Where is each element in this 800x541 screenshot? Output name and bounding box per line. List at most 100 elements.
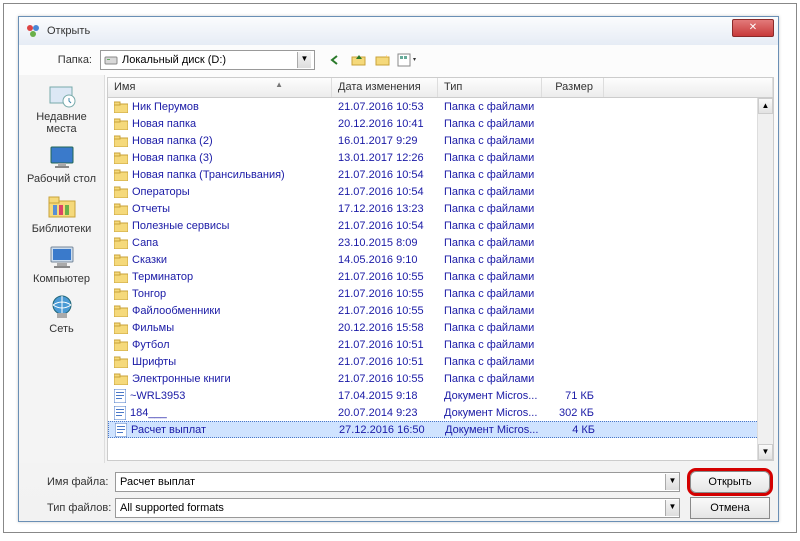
item-date: 20.07.2014 9:23 (332, 407, 438, 419)
folder-label: Папка: (25, 54, 100, 66)
drive-icon (104, 54, 118, 66)
folder-icon (114, 356, 128, 368)
col-spacer (604, 78, 773, 97)
scroll-up-icon[interactable]: ▲ (758, 98, 773, 114)
folder-row[interactable]: Электронные книги21.07.2016 10:55Папка с… (108, 370, 773, 387)
up-folder-icon[interactable] (349, 50, 369, 70)
item-name: Сапа (132, 237, 158, 249)
file-row[interactable]: 184___ 20.07.2014 9:23Документ Micros...3… (108, 404, 773, 421)
item-size: 71 КБ (542, 390, 604, 402)
col-date[interactable]: Дата изменения (332, 78, 438, 97)
item-date: 27.12.2016 16:50 (333, 424, 439, 436)
item-type: Документ Micros... (438, 390, 542, 402)
folder-icon (114, 203, 128, 215)
folder-icon (114, 186, 128, 198)
dropdown-arrow-icon[interactable]: ▼ (665, 500, 679, 516)
item-type: Папка с файлами (438, 135, 542, 147)
folder-row[interactable]: Тонгор21.07.2016 10:55Папка с файлами (108, 285, 773, 302)
folder-row[interactable]: Фильмы20.12.2016 15:58Папка с файлами (108, 319, 773, 336)
item-date: 21.07.2016 10:55 (332, 373, 438, 385)
folder-combo-text: Локальный диск (D:) (122, 54, 297, 66)
open-button[interactable]: Открыть (690, 471, 770, 493)
folder-row[interactable]: Футбол21.07.2016 10:51Папка с файлами (108, 336, 773, 353)
folder-row[interactable]: Полезные сервисы21.07.2016 10:54Папка с … (108, 217, 773, 234)
folder-icon (114, 254, 128, 266)
folder-row[interactable]: Новая папка20.12.2016 10:41Папка с файла… (108, 115, 773, 132)
col-size[interactable]: Размер (542, 78, 604, 97)
close-button[interactable]: ✕ (732, 19, 774, 37)
folder-combo[interactable]: Локальный диск (D:) ▼ (100, 50, 315, 70)
file-list-pane: Имя▲ Дата изменения Тип Размер Ник Перум… (107, 77, 774, 461)
file-row[interactable]: Расчет выплат27.12.2016 16:50Документ Mi… (108, 421, 773, 438)
folder-icon (114, 220, 128, 232)
back-icon[interactable] (325, 50, 345, 70)
places-bar: Недавние места Рабочий стол Библиотеки Комп… (19, 75, 105, 463)
place-label: Библиотеки (32, 223, 92, 235)
item-name: Футбол (132, 339, 170, 351)
item-name: ~WRL3953 (130, 390, 185, 402)
filetype-input[interactable]: All supported formats ▼ (115, 498, 680, 518)
item-size: 302 КБ (542, 407, 604, 419)
place-label: Недавние места (22, 111, 102, 135)
item-name: Ник Перумов (132, 101, 199, 113)
nav-icons (325, 50, 417, 70)
folder-row[interactable]: Новая папка (Трансильвания)21.07.2016 10… (108, 166, 773, 183)
folder-icon (114, 305, 128, 317)
item-name: Тонгор (132, 288, 166, 300)
place-libraries[interactable]: Библиотеки (22, 193, 102, 235)
dropdown-arrow-icon[interactable]: ▼ (297, 52, 311, 68)
folder-icon (114, 152, 128, 164)
item-name: Новая папка (3) (132, 152, 213, 164)
item-name: Новая папка (132, 118, 196, 130)
item-name: Новая папка (2) (132, 135, 213, 147)
file-row[interactable]: ~WRL395317.04.2015 9:18Документ Micros..… (108, 387, 773, 404)
col-type[interactable]: Тип (438, 78, 542, 97)
item-type: Папка с файлами (438, 169, 542, 181)
place-recent[interactable]: Недавние места (22, 81, 102, 135)
place-computer[interactable]: Компьютер (22, 243, 102, 285)
vertical-scrollbar[interactable]: ▲ ▼ (757, 98, 773, 460)
folder-icon (114, 322, 128, 334)
item-date: 16.01.2017 9:29 (332, 135, 438, 147)
folder-row[interactable]: Файлообменники21.07.2016 10:55Папка с фа… (108, 302, 773, 319)
folder-icon (114, 237, 128, 249)
item-type: Папка с файлами (438, 186, 542, 198)
view-menu-icon[interactable] (397, 50, 417, 70)
item-date: 20.12.2016 15:58 (332, 322, 438, 334)
item-name: Отчеты (132, 203, 170, 215)
folder-row[interactable]: Операторы21.07.2016 10:54Папка с файлами (108, 183, 773, 200)
item-type: Папка с файлами (438, 288, 542, 300)
scroll-down-icon[interactable]: ▼ (758, 444, 773, 460)
cancel-button[interactable]: Отмена (690, 497, 770, 519)
folder-toolbar: Папка: Локальный диск (D:) ▼ (19, 45, 778, 75)
item-name: 184___ (130, 407, 167, 419)
folder-row[interactable]: Новая папка (2) 16.01.2017 9:29Папка с фа… (108, 132, 773, 149)
new-folder-icon[interactable] (373, 50, 393, 70)
item-type: Папка с файлами (438, 220, 542, 232)
place-network[interactable]: Сеть (22, 293, 102, 335)
folder-row[interactable]: Ник Перумов21.07.2016 10:53Папка с файла… (108, 98, 773, 115)
folder-row[interactable]: Терминатор21.07.2016 10:55Папка с файлам… (108, 268, 773, 285)
folder-row[interactable]: Отчеты17.12.2016 13:23Папка с файлами (108, 200, 773, 217)
dropdown-arrow-icon[interactable]: ▼ (665, 474, 679, 490)
item-date: 21.07.2016 10:54 (332, 169, 438, 181)
place-desktop[interactable]: Рабочий стол (22, 143, 102, 185)
folder-row[interactable]: Новая папка (3)13.01.2017 12:26Папка с ф… (108, 149, 773, 166)
item-date: 21.07.2016 10:54 (332, 220, 438, 232)
col-name[interactable]: Имя▲ (108, 78, 332, 97)
place-label: Компьютер (33, 273, 90, 285)
item-type: Документ Micros... (438, 407, 542, 419)
item-name: Файлообменники (132, 305, 220, 317)
folder-icon (114, 271, 128, 283)
folder-row[interactable]: Сапа23.10.2015 8:09Папка с файлами (108, 234, 773, 251)
filename-input[interactable]: Расчет выплат ▼ (115, 472, 680, 492)
folder-row[interactable]: Сказки14.05.2016 9:10Папка с файлами (108, 251, 773, 268)
file-rows: Ник Перумов21.07.2016 10:53Папка с файла… (108, 98, 773, 438)
folder-icon (114, 118, 128, 130)
folder-row[interactable]: Шрифты21.07.2016 10:51Папка с файлами (108, 353, 773, 370)
folder-icon (114, 169, 128, 181)
item-date: 23.10.2015 8:09 (332, 237, 438, 249)
sort-indicator-icon: ▲ (275, 80, 283, 89)
item-name: Фильмы (132, 322, 174, 334)
item-type: Папка с файлами (438, 356, 542, 368)
